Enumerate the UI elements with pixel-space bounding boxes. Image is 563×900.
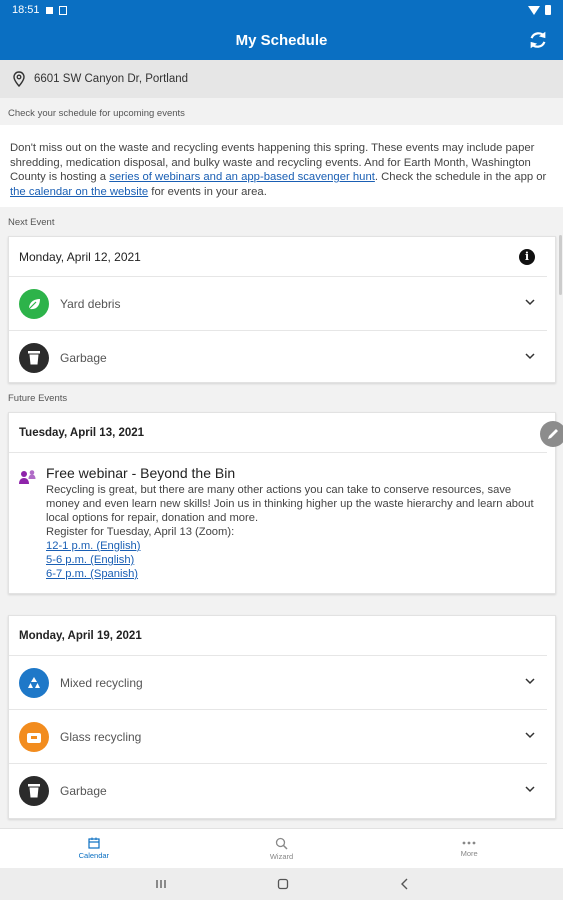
webinars-link[interactable]: series of webinars and an app-based scav…: [109, 171, 375, 183]
nav-label: More: [460, 849, 478, 858]
list-item-yard-debris[interactable]: Yard debris: [9, 277, 547, 331]
trash-can-icon: [19, 776, 49, 806]
battery-icon: [545, 5, 551, 15]
list-item-garbage[interactable]: Garbage: [9, 764, 547, 818]
nav-more[interactable]: More: [375, 829, 563, 868]
collection-date: Monday, April 19, 2021: [9, 616, 547, 656]
collection-event-card: Monday, April 19, 2021 Mixed recycling G…: [8, 615, 556, 819]
next-event-date: Monday, April 12, 2021: [9, 237, 547, 277]
people-icon: [19, 470, 36, 484]
scrollbar[interactable]: [559, 235, 562, 295]
status-time: 18:51: [12, 4, 40, 16]
item-label: Garbage: [60, 351, 107, 365]
system-navigation-bar: [0, 868, 563, 900]
nav-label: Wizard: [269, 851, 294, 861]
chevron-down-icon[interactable]: [525, 353, 535, 360]
location-pin-icon: [13, 71, 25, 87]
app-bar: My Schedule: [0, 20, 563, 60]
leaf-icon: [19, 288, 49, 319]
item-label: Yard debris: [60, 296, 121, 311]
webinar-date: Tuesday, April 13, 2021: [9, 413, 547, 453]
list-item-garbage[interactable]: Garbage: [9, 331, 547, 385]
next-event-card: Monday, April 12, 2021 i Yard debris Gar…: [8, 236, 556, 383]
refresh-icon[interactable]: [527, 29, 549, 51]
nav-label: Calendar: [78, 851, 110, 860]
chevron-down-icon[interactable]: [525, 299, 535, 306]
calendar-website-link[interactable]: the calendar on the website: [10, 186, 148, 198]
recycle-icon: [19, 667, 49, 698]
item-label: Mixed recycling: [60, 675, 143, 690]
search-icon: [275, 837, 288, 850]
collection-date-text: Monday, April 19, 2021: [19, 629, 142, 642]
item-label: Garbage: [60, 784, 107, 798]
trash-can-icon: [19, 343, 49, 373]
status-bar: 18:51: [0, 0, 563, 20]
webinar-link-5-6[interactable]: 5-6 p.m. (English): [46, 553, 545, 567]
wifi-icon: [528, 5, 540, 15]
next-event-date-text: Monday, April 12, 2021: [19, 249, 141, 264]
webinar-register-text: Register for Tuesday, April 13 (Zoom):: [46, 526, 235, 538]
chevron-down-icon[interactable]: [525, 732, 535, 739]
app-notification-icon: [58, 5, 67, 15]
page-title: My Schedule: [235, 31, 328, 49]
back-icon[interactable]: [399, 878, 409, 890]
address-bar[interactable]: 6601 SW Canyon Dr, Portland: [0, 60, 563, 98]
nav-calendar[interactable]: Calendar: [0, 829, 188, 868]
webinar-date-text: Tuesday, April 13, 2021: [19, 426, 145, 439]
glass-bin-icon: [19, 721, 49, 752]
webinar-event: Free webinar - Beyond the Bin Recycling …: [9, 453, 555, 591]
chevron-down-icon[interactable]: [525, 678, 535, 685]
schedule-hint: Check your schedule for upcoming events: [8, 108, 185, 119]
nav-wizard[interactable]: Wizard: [188, 829, 376, 868]
future-events-label: Future Events: [8, 393, 68, 404]
edit-pencil-icon[interactable]: [540, 421, 563, 447]
webinar-event-card: Tuesday, April 13, 2021 Free webinar - B…: [8, 412, 556, 594]
home-icon[interactable]: [277, 878, 289, 890]
intro-part-2: . Check the schedule in the app or: [374, 171, 547, 183]
next-event-label: Next Event: [8, 217, 55, 228]
recent-apps-icon[interactable]: [155, 879, 167, 889]
info-icon[interactable]: i: [519, 249, 535, 265]
webinar-title: Free webinar - Beyond the Bin: [46, 465, 236, 481]
intro-part-3: for events in your area.: [148, 185, 267, 198]
notification-icon: [45, 6, 53, 14]
more-icon: [462, 841, 476, 845]
calendar-icon: [88, 837, 100, 849]
item-label: Glass recycling: [60, 729, 142, 744]
list-item-mixed-recycling[interactable]: Mixed recycling: [9, 656, 547, 710]
chevron-down-icon[interactable]: [525, 786, 535, 793]
list-item-glass-recycling[interactable]: Glass recycling: [9, 710, 547, 764]
webinar-description: Recycling is great, but there are many o…: [46, 484, 534, 524]
webinar-link-12-1[interactable]: 12-1 p.m. (English): [46, 539, 545, 553]
intro-text: Don't miss out on the waste and recyclin…: [0, 125, 563, 207]
address-text: 6601 SW Canyon Dr, Portland: [34, 73, 189, 85]
webinar-link-6-7[interactable]: 6-7 p.m. (Spanish): [46, 567, 545, 581]
bottom-navigation: Calendar Wizard More: [0, 828, 563, 868]
